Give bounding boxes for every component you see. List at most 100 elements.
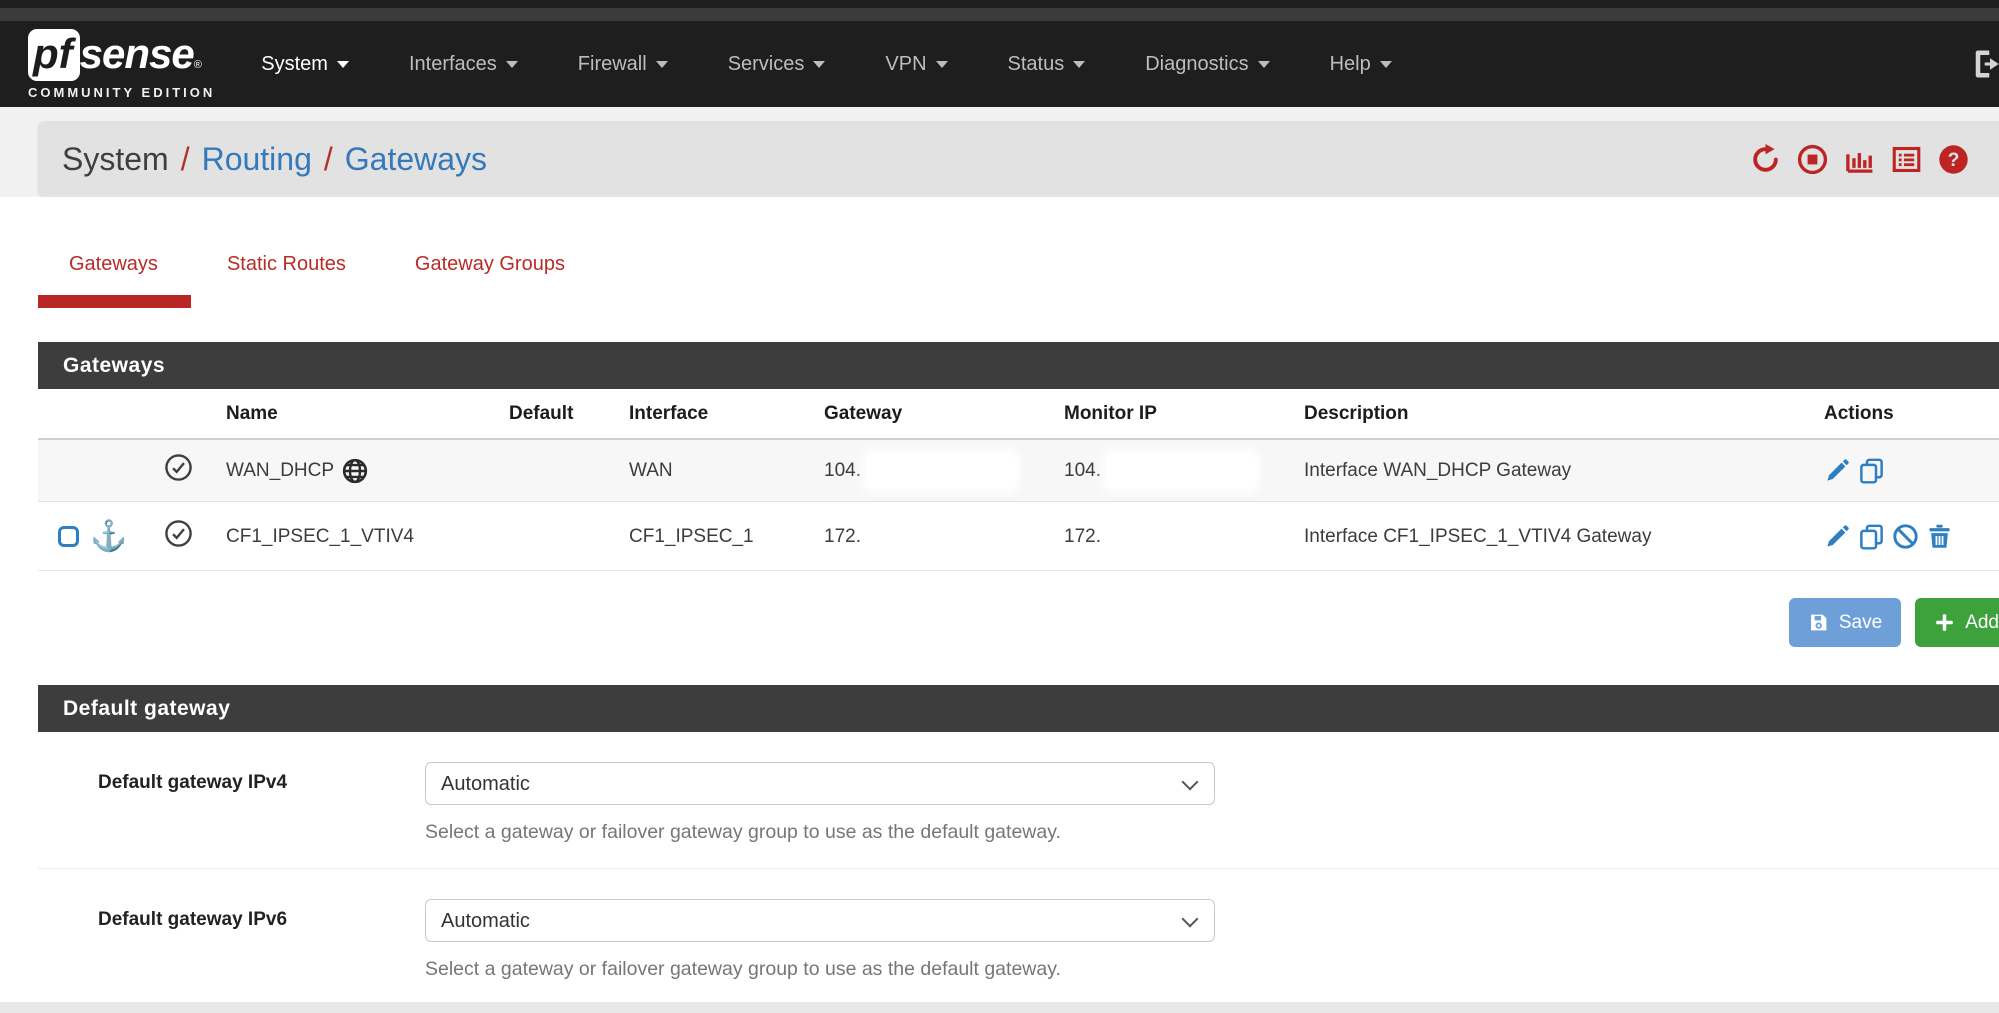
logo-registered-mark: ® [194, 59, 202, 71]
default-gateway-ipv4-select-wrap: Automatic [425, 762, 1215, 805]
copy-icon[interactable] [1858, 523, 1885, 550]
pfsense-logo[interactable]: pf sense ® COMMUNITY EDITION [28, 29, 215, 100]
nav-item-services[interactable]: Services [698, 53, 856, 76]
breadcrumb: System / Routing / Gateways [38, 121, 1999, 197]
col-interface: Interface [623, 389, 818, 439]
nav-item-label: System [261, 53, 328, 76]
nav-item-diagnostics[interactable]: Diagnostics [1115, 53, 1299, 76]
floppy-icon [1808, 612, 1829, 633]
check-circle-icon [164, 453, 193, 482]
disable-icon[interactable] [1892, 523, 1919, 550]
gateways-table: Name Default Interface Gateway Monitor I… [38, 389, 1999, 571]
edit-icon[interactable] [1824, 457, 1851, 484]
tab-gateway-groups[interactable]: Gateway Groups [384, 253, 598, 308]
plus-icon [1934, 612, 1955, 633]
nav-item-label: Services [728, 53, 805, 76]
window-top-strip [0, 8, 1999, 21]
col-status [158, 389, 220, 439]
chevron-down-icon [813, 61, 825, 68]
nav-item-label: VPN [885, 53, 926, 76]
main-content: Gateways Static Routes Gateway Groups Ga… [0, 197, 1999, 1005]
save-button[interactable]: Save [1789, 598, 1901, 647]
logo-sense: sense [80, 29, 194, 79]
nav-item-vpn[interactable]: VPN [855, 53, 977, 76]
nav-item-status[interactable]: Status [978, 53, 1116, 76]
table-header-row: Name Default Interface Gateway Monitor I… [38, 389, 1999, 439]
check-circle-icon [164, 519, 193, 548]
nav-item-label: Diagnostics [1145, 53, 1248, 76]
gateway-default [503, 439, 623, 502]
page-header-zone: System / Routing / Gateways [0, 107, 1999, 197]
log-icon[interactable] [1891, 144, 1922, 175]
nav-item-interfaces[interactable]: Interfaces [379, 53, 548, 76]
breadcrumb-system: System [62, 141, 169, 178]
default-gateway-ipv4-help: Select a gateway or failover gateway gro… [425, 821, 1215, 844]
table-row: ⚓ CF1_IPSEC_1_VTIV4 CF1_IPSEC_1 172. 172… [38, 502, 1999, 571]
nav-item-label: Help [1330, 53, 1371, 76]
gateway-description: Interface CF1_IPSEC_1_VTIV4 Gateway [1298, 502, 1818, 571]
chevron-down-icon [1258, 61, 1270, 68]
nav-item-firewall[interactable]: Firewall [548, 53, 698, 76]
gateway-interface: WAN [623, 439, 818, 502]
redacted-ip [867, 454, 1015, 488]
chevron-down-icon [936, 61, 948, 68]
chevron-down-icon [656, 61, 668, 68]
col-monitor-ip: Monitor IP [1058, 389, 1298, 439]
copy-icon[interactable] [1858, 457, 1885, 484]
gateway-name: WAN_DHCP [226, 460, 334, 482]
nav-item-label: Firewall [578, 53, 647, 76]
add-button-label: Add [1965, 612, 1999, 634]
nav-item-system[interactable]: System [231, 53, 379, 76]
tab-gateways[interactable]: Gateways [38, 253, 191, 308]
checkbox-icon[interactable] [58, 526, 79, 547]
window-top-edge [0, 0, 1999, 8]
default-gateway-ipv6-label: Default gateway IPv6 [98, 899, 368, 981]
default-gateway-ipv6-select[interactable]: Automatic [425, 899, 1215, 942]
page-bottom-strip [0, 1002, 1999, 1013]
sign-out-icon[interactable] [1969, 46, 1999, 82]
navbar: pf sense ® COMMUNITY EDITION System Inte… [0, 21, 1999, 107]
breadcrumb-separator: / [181, 141, 190, 178]
chart-icon[interactable] [1844, 144, 1875, 175]
col-select [38, 389, 158, 439]
default-gateway-ipv4-select[interactable]: Automatic [425, 762, 1215, 805]
stop-icon[interactable] [1797, 144, 1828, 175]
add-button[interactable]: Add [1915, 598, 1999, 647]
gateways-panel: Gateways Name Default Interface Gateway … [38, 342, 1999, 571]
delete-icon[interactable] [1926, 523, 1953, 550]
col-actions: Actions [1818, 389, 1999, 439]
chevron-down-icon [506, 61, 518, 68]
chevron-down-icon [337, 61, 349, 68]
default-gateway-ipv6-select-wrap: Automatic [425, 899, 1215, 942]
nav-item-help[interactable]: Help [1300, 53, 1422, 76]
col-description: Description [1298, 389, 1818, 439]
chevron-down-icon [1380, 61, 1392, 68]
default-gateway-ipv6-help: Select a gateway or failover gateway gro… [425, 958, 1215, 981]
redacted-ip [1107, 454, 1255, 488]
default-gateway-panel-title: Default gateway [38, 685, 1999, 732]
globe-icon [342, 458, 368, 484]
svg-text:?: ? [1948, 149, 1960, 171]
default-gateway-panel: Default gateway Default gateway IPv4 Aut… [38, 685, 1999, 1005]
chevron-down-icon [1073, 61, 1085, 68]
nav-item-label: Status [1008, 53, 1065, 76]
gateway-address: 172. [818, 502, 1058, 571]
tab-bar: Gateways Static Routes Gateway Groups [0, 197, 1999, 308]
tab-static-routes[interactable]: Static Routes [196, 253, 379, 308]
help-icon[interactable]: ? [1938, 144, 1969, 175]
monitor-ip: 172. [1058, 502, 1298, 571]
anchor-icon[interactable]: ⚓ [90, 522, 127, 552]
save-button-label: Save [1839, 612, 1882, 634]
gateway-address: 104. [824, 460, 861, 481]
gateway-interface: CF1_IPSEC_1 [623, 502, 818, 571]
refresh-icon[interactable] [1750, 144, 1781, 175]
default-gateway-ipv4-label: Default gateway IPv4 [98, 762, 368, 844]
col-default: Default [503, 389, 623, 439]
gateway-name: CF1_IPSEC_1_VTIV4 [220, 502, 503, 571]
breadcrumb-routing[interactable]: Routing [202, 141, 312, 178]
breadcrumb-gateways[interactable]: Gateways [345, 141, 487, 178]
logo-subtitle: COMMUNITY EDITION [28, 85, 215, 100]
col-name: Name [220, 389, 503, 439]
logo-pf: pf [28, 29, 80, 81]
edit-icon[interactable] [1824, 523, 1851, 550]
